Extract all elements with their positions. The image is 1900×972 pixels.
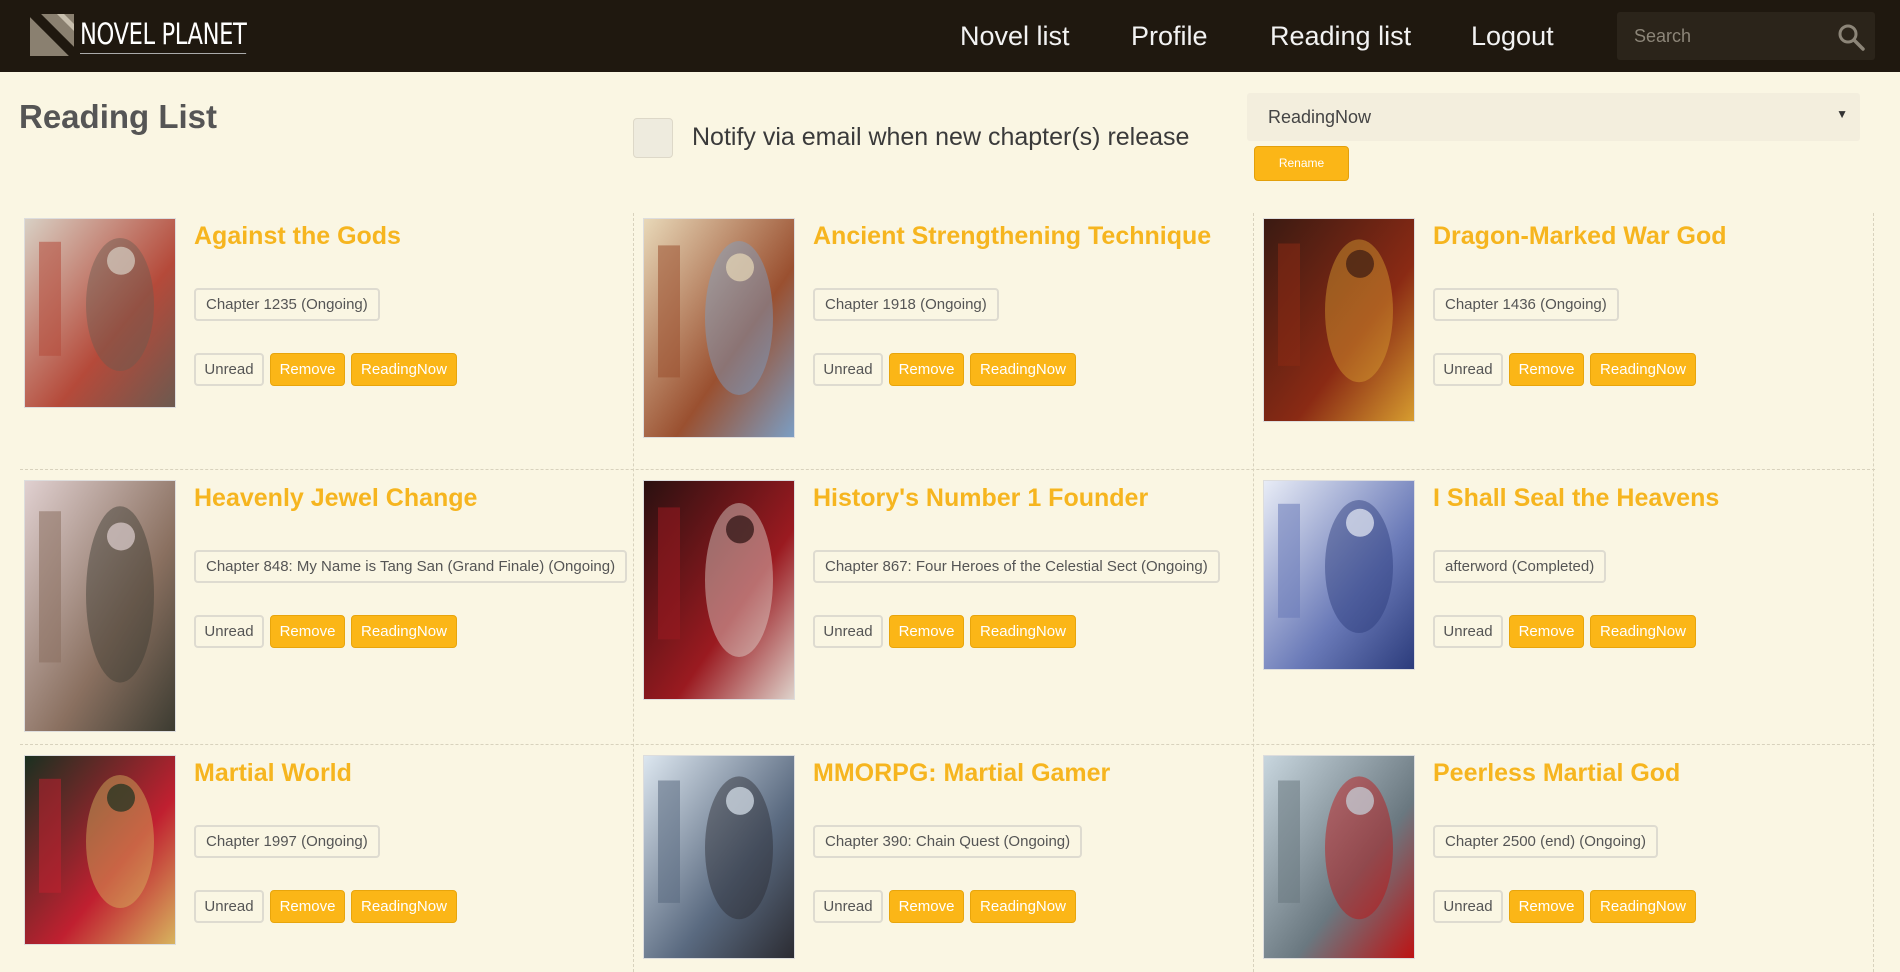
search-icon[interactable] xyxy=(1837,23,1865,51)
unread-button[interactable]: Unread xyxy=(194,890,264,923)
novel-cover-image[interactable] xyxy=(643,218,795,438)
novel-cover-image[interactable] xyxy=(1263,480,1415,670)
remove-button[interactable]: Remove xyxy=(889,353,964,386)
reading-now-button[interactable]: ReadingNow xyxy=(1590,890,1696,923)
chapter-badge[interactable]: Chapter 1436 (Ongoing) xyxy=(1433,288,1619,321)
unread-button[interactable]: Unread xyxy=(1433,890,1503,923)
reading-now-button[interactable]: ReadingNow xyxy=(970,890,1076,923)
novel-title-link[interactable]: Dragon-Marked War God xyxy=(1433,222,1727,251)
unread-button[interactable]: Unread xyxy=(813,615,883,648)
novel-cover-image[interactable] xyxy=(24,480,176,732)
novel-title-link[interactable]: Martial World xyxy=(194,759,352,788)
unread-button[interactable]: Unread xyxy=(194,615,264,648)
reading-list-select-value: ReadingNow xyxy=(1268,107,1372,127)
chapter-badge[interactable]: Chapter 1997 (Ongoing) xyxy=(194,825,380,858)
remove-button[interactable]: Remove xyxy=(1509,890,1584,923)
reading-now-button[interactable]: ReadingNow xyxy=(970,353,1076,386)
chapter-badge[interactable]: afterword (Completed) xyxy=(1433,550,1607,583)
unread-button[interactable]: Unread xyxy=(194,353,264,386)
chapter-badge[interactable]: Chapter 848: My Name is Tang San (Grand … xyxy=(194,550,628,583)
reading-now-button[interactable]: ReadingNow xyxy=(1590,353,1696,386)
remove-button[interactable]: Remove xyxy=(889,615,964,648)
chapter-badge[interactable]: Chapter 1918 (Ongoing) xyxy=(813,288,999,321)
row-divider xyxy=(20,744,1875,745)
nav-reading-list[interactable]: Reading list xyxy=(1270,0,1411,72)
novel-cover-image[interactable] xyxy=(1263,755,1415,959)
top-navbar: NOVEL PLANET Novel list Profile Reading … xyxy=(0,0,1900,72)
novel-title-link[interactable]: MMORPG: Martial Gamer xyxy=(813,759,1110,788)
column-divider xyxy=(633,213,634,972)
remove-button[interactable]: Remove xyxy=(270,890,345,923)
notify-email-checkbox[interactable] xyxy=(633,118,673,158)
unread-button[interactable]: Unread xyxy=(813,890,883,923)
remove-button[interactable]: Remove xyxy=(889,890,964,923)
unread-button[interactable]: Unread xyxy=(1433,353,1503,386)
reading-now-button[interactable]: ReadingNow xyxy=(970,615,1076,648)
chapter-badge[interactable]: Chapter 1235 (Ongoing) xyxy=(194,288,380,321)
logo-icon xyxy=(30,14,74,56)
novel-cover-image[interactable] xyxy=(24,218,176,408)
notify-email-label: Notify via email when new chapter(s) rel… xyxy=(692,123,1190,151)
novel-title-link[interactable]: I Shall Seal the Heavens xyxy=(1433,484,1719,513)
row-divider xyxy=(20,469,1875,470)
nav-profile[interactable]: Profile xyxy=(1131,0,1208,72)
column-divider xyxy=(1253,213,1254,972)
novel-title-link[interactable]: Ancient Strengthening Technique xyxy=(813,222,1211,251)
nav-logout[interactable]: Logout xyxy=(1471,0,1554,72)
novel-title-link[interactable]: Peerless Martial God xyxy=(1433,759,1680,788)
novel-title-link[interactable]: Against the Gods xyxy=(194,222,401,251)
reading-now-button[interactable]: ReadingNow xyxy=(351,353,457,386)
search-input[interactable] xyxy=(1617,12,1827,60)
column-divider xyxy=(1873,213,1874,972)
remove-button[interactable]: Remove xyxy=(1509,615,1584,648)
chapter-badge[interactable]: Chapter 390: Chain Quest (Ongoing) xyxy=(813,825,1083,858)
chapter-badge[interactable]: Chapter 867: Four Heroes of the Celestia… xyxy=(813,550,1220,583)
novel-cover-image[interactable] xyxy=(643,755,795,959)
unread-button[interactable]: Unread xyxy=(813,353,883,386)
reading-now-button[interactable]: ReadingNow xyxy=(351,615,457,648)
reading-now-button[interactable]: ReadingNow xyxy=(1590,615,1696,648)
novel-cover-image[interactable] xyxy=(643,480,795,700)
page-title: Reading List xyxy=(19,98,218,135)
remove-button[interactable]: Remove xyxy=(270,615,345,648)
nav-novel-list[interactable]: Novel list xyxy=(960,0,1070,72)
reading-list-select[interactable]: ReadingNow ▼ xyxy=(1247,93,1860,141)
reading-now-button[interactable]: ReadingNow xyxy=(351,890,457,923)
site-logo[interactable]: NOVEL PLANET xyxy=(30,14,293,56)
novel-title-link[interactable]: Heavenly Jewel Change xyxy=(194,484,477,513)
novel-cover-image[interactable] xyxy=(24,755,176,945)
novel-title-link[interactable]: History's Number 1 Founder xyxy=(813,484,1148,513)
unread-button[interactable]: Unread xyxy=(1433,615,1503,648)
chevron-down-icon: ▼ xyxy=(1836,107,1848,121)
rename-button[interactable]: Rename xyxy=(1254,146,1349,181)
remove-button[interactable]: Remove xyxy=(270,353,345,386)
chapter-badge[interactable]: Chapter 2500 (end) (Ongoing) xyxy=(1433,825,1658,858)
novel-cover-image[interactable] xyxy=(1263,218,1415,422)
search-box xyxy=(1617,12,1875,60)
logo-text: NOVEL PLANET xyxy=(80,17,247,54)
remove-button[interactable]: Remove xyxy=(1509,353,1584,386)
